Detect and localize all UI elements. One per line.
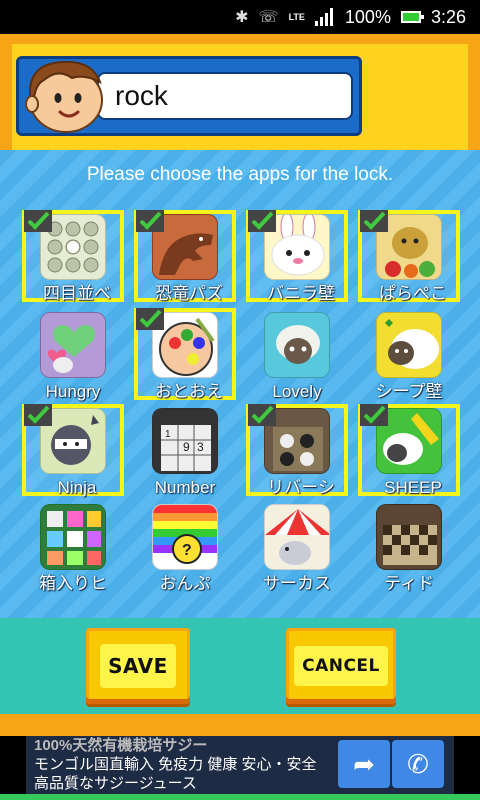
app-icon-sheep-wall: [376, 312, 442, 378]
checkmark-icon: [248, 210, 276, 232]
ad-actions: ➦ ✆: [336, 740, 444, 788]
app-label: Number: [154, 478, 216, 497]
checkmark-icon: [248, 404, 276, 426]
share-arrow-icon[interactable]: ➦: [338, 740, 390, 788]
profile-name-field[interactable]: rock: [97, 72, 353, 120]
app-item[interactable]: シープ壁: [358, 308, 460, 401]
bluetooth-icon: ✱: [235, 9, 249, 26]
instruction-text: Please choose the apps for the lock.: [86, 164, 394, 185]
app-label: Hungry: [45, 382, 101, 401]
app-label: 四目並べ: [43, 284, 111, 303]
status-bar: ✱ ☏ LTE 100% 3:26: [0, 0, 480, 34]
ad-line-3: 高品質なサジージュース: [34, 775, 197, 792]
app-label: バニラ壁: [267, 284, 335, 303]
app-label: おんぷ: [159, 574, 211, 593]
app-label: 恐竜パズ: [155, 284, 223, 303]
app-label: おとおえ: [155, 382, 223, 401]
app-label: サーカス: [263, 574, 331, 593]
app-icon-number: 93 1: [152, 408, 218, 474]
app-icon-hakoiri: [40, 504, 106, 570]
svg-text:?: ?: [182, 542, 192, 559]
app-icon-circus: [264, 504, 330, 570]
ad-box[interactable]: 100%天然有機栽培サジー モンゴル国直輸入 免疫力 健康 安心・安全 高品質な…: [26, 736, 454, 794]
app-item[interactable]: サーカス: [246, 500, 348, 593]
bottom-accent-line: [0, 794, 480, 800]
app-label: ぱらぺこ: [379, 284, 447, 303]
app-icon-onpu: ?: [152, 504, 218, 570]
ad-line-2: モンゴル国直輸入 免疫力 健康 安心・安全: [34, 756, 317, 773]
app-item[interactable]: 恐竜パズ: [134, 210, 236, 303]
save-button[interactable]: SAVE: [86, 628, 190, 704]
checkmark-icon: [360, 210, 388, 232]
app-selection-panel: Please choose the apps for the lock. 四目並…: [0, 150, 480, 618]
signal-icon: [314, 8, 335, 26]
app-item[interactable]: バニラ壁: [246, 210, 348, 303]
avatar: [25, 60, 103, 133]
app-item[interactable]: 93 1 Number: [134, 404, 236, 497]
app-icon-lovely: [264, 312, 330, 378]
app-item[interactable]: Lovely: [246, 308, 348, 401]
app-item[interactable]: Ninja: [22, 404, 124, 497]
svg-text:1: 1: [165, 429, 171, 440]
app-label: Lovely: [272, 382, 322, 401]
phone-icon[interactable]: ✆: [392, 740, 444, 788]
app-item[interactable]: 四目並べ: [22, 210, 124, 303]
app-label: SHEEP: [384, 478, 442, 497]
app-item[interactable]: 箱入りヒ: [22, 500, 124, 593]
ad-headline: 100%天然有機栽培サジー: [34, 737, 208, 754]
app-label: Ninja: [57, 478, 97, 497]
checkmark-icon: [24, 404, 52, 426]
network-type: LTE: [288, 11, 305, 22]
checkmark-icon: [136, 308, 164, 330]
app-item[interactable]: リバーシ: [246, 404, 348, 497]
app-item[interactable]: ? おんぷ: [134, 500, 236, 593]
app-label: シープ壁: [375, 382, 443, 401]
svg-text:9: 9: [183, 440, 190, 454]
svg-text:3: 3: [197, 440, 204, 454]
cancel-button[interactable]: CANCEL: [286, 628, 396, 704]
app-label: 箱入りヒ: [39, 574, 107, 593]
app-item[interactable]: おとおえ: [134, 308, 236, 401]
checkmark-icon: [136, 210, 164, 232]
clock: 3:26: [430, 6, 466, 27]
save-button-label: SAVE: [100, 644, 176, 688]
bottom-frame-strip: [0, 714, 480, 736]
app-label: ティド: [384, 574, 434, 593]
app-item[interactable]: SHEEP: [358, 404, 460, 497]
ad-text: 100%天然有機栽培サジー モンゴル国直輸入 免疫力 健康 安心・安全 高品質な…: [34, 736, 317, 793]
app-item[interactable]: ティド: [358, 500, 460, 593]
checkmark-icon: [360, 404, 388, 426]
action-bar: SAVE CANCEL: [0, 618, 480, 714]
battery-icon: [400, 11, 424, 23]
app-icon-hungry: [40, 312, 106, 378]
app-item[interactable]: ぱらぺこ: [358, 210, 460, 303]
app-label: リバーシ: [267, 478, 335, 497]
cancel-button-label: CANCEL: [294, 646, 388, 686]
vibrate-icon: ☏: [258, 9, 279, 26]
app-icon-tiddly-chess: [376, 504, 442, 570]
checkmark-icon: [24, 210, 52, 232]
battery-percent: 100%: [344, 6, 391, 27]
ad-banner[interactable]: 100%天然有機栽培サジー モンゴル国直輸入 免疫力 健康 安心・安全 高品質な…: [0, 736, 480, 800]
app-item[interactable]: Hungry: [22, 308, 124, 401]
